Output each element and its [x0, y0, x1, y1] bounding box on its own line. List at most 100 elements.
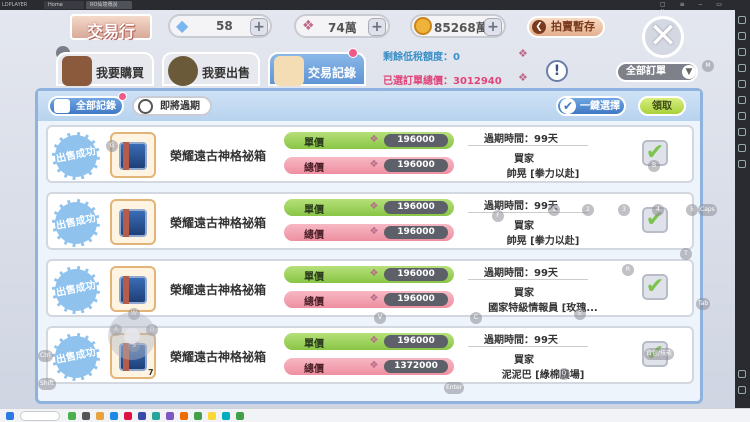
item-slot[interactable] — [110, 266, 156, 312]
key-hint: C — [470, 312, 482, 324]
browser-icon[interactable] — [110, 412, 118, 420]
record-row[interactable]: 出售成功 榮耀遠古神格祕箱 單價 ❖ 196000 總價 ❖ 196000 過期時間：99天 買家… — [46, 125, 694, 185]
total-price-bar: 總價 ❖ 196000 — [284, 291, 454, 308]
unit-price-value: 196000 — [384, 134, 448, 147]
close-button[interactable]: ✕ — [642, 16, 684, 58]
gem-icon: ❖ — [369, 226, 379, 237]
unit-price-value: 196000 — [384, 201, 448, 214]
volume-up-icon[interactable] — [738, 80, 746, 88]
select-all-button[interactable]: ✔ 一鍵選擇 — [556, 96, 626, 116]
window-controls[interactable]: ▢ ≡ ‒ ▭ ✕ — [660, 1, 744, 15]
taskbar-app-icon[interactable] — [208, 412, 216, 420]
system-tray — [650, 411, 740, 421]
total-price-label: 總價 — [304, 364, 324, 375]
sold-stamp: 出售成功 — [47, 194, 105, 252]
box-ribbon — [123, 209, 129, 237]
gamepad-icon[interactable] — [738, 32, 746, 40]
emulator-title-bar: LDPLAYER Home RO仙境傳說 ▢ ≡ ‒ ▭ ✕ — [0, 0, 750, 15]
taskbar-app-icon[interactable] — [138, 412, 146, 420]
key-hint: Q — [558, 368, 570, 380]
item-name: 榮耀遠古神格祕箱 — [170, 283, 267, 297]
record-row[interactable]: 出售成功 榮耀遠古神格祕箱 單價 ❖ 196000 總價 ❖ 196000 過期時間：99天 買家… — [46, 192, 694, 252]
tab-sell[interactable]: 我要出售 — [162, 52, 260, 86]
taskbar-app-icon[interactable] — [152, 412, 160, 420]
low-tax-quota: 剩餘低稅額度：0 — [383, 52, 460, 63]
folder-icon[interactable] — [738, 128, 746, 136]
line-app-icon[interactable] — [236, 412, 244, 420]
taskbar-app-icon[interactable] — [166, 412, 174, 420]
total-price-value: 1372000 — [384, 360, 448, 373]
unit-price-bar: 單價 ❖ 196000 — [284, 132, 454, 149]
title-plate: 交易行 — [70, 14, 152, 41]
row-checkbox[interactable]: ✔ — [642, 274, 668, 300]
record-icon[interactable] — [738, 64, 746, 72]
search-input[interactable] — [20, 411, 60, 421]
folder-icon[interactable] — [96, 412, 104, 420]
back-icon[interactable] — [738, 370, 746, 378]
virtual-joystick[interactable] — [108, 312, 156, 360]
key-hint: Shift — [38, 378, 56, 390]
divider — [468, 145, 588, 146]
money-bag-icon — [168, 56, 198, 86]
total-price-bar: 總價 ❖ 1372000 — [284, 358, 454, 375]
emulator-tab-home[interactable]: Home — [44, 1, 84, 9]
item-slot[interactable] — [110, 132, 156, 178]
buyer-name: 泥泥巴 [綠棉農場] — [501, 370, 585, 381]
tab-records[interactable]: 交易記錄 — [268, 48, 366, 86]
volume-down-icon[interactable] — [738, 96, 746, 104]
chevron-down-icon[interactable]: ▼ — [682, 65, 696, 79]
key-hint: Ctrl — [38, 350, 53, 362]
more-icon[interactable] — [738, 160, 746, 168]
key-hint: E — [574, 308, 586, 320]
emulator-tab-game[interactable]: RO仙境傳說 — [86, 1, 132, 9]
diamond-counter: ◆ 58 + — [168, 14, 272, 38]
taskbar-app-icon[interactable] — [180, 412, 188, 420]
unit-price-label: 單價 — [304, 138, 324, 149]
cart-icon — [62, 56, 92, 86]
check-icon: ✔ — [560, 98, 576, 114]
info-button[interactable]: ! — [546, 60, 568, 82]
screenshot-icon[interactable] — [738, 48, 746, 56]
item-slot[interactable] — [110, 199, 156, 245]
notification-dot — [118, 92, 127, 101]
total-price-value: 196000 — [384, 159, 448, 172]
expire-time: 過期時間：99天 — [484, 268, 558, 279]
tab-buy[interactable]: 我要購買 — [56, 52, 154, 86]
apk-icon[interactable] — [738, 112, 746, 120]
item-name: 榮耀遠古神格祕箱 — [170, 216, 267, 230]
joystick-knob[interactable] — [124, 328, 140, 344]
windows-start-icon[interactable] — [6, 412, 14, 420]
add-diamond-button[interactable]: + — [250, 18, 268, 36]
selected-total: 已選訂單總價：3012940 — [383, 76, 502, 87]
claim-button[interactable]: 領取 — [638, 96, 686, 116]
total-price-bar: 總價 ❖ 196000 — [284, 224, 454, 241]
all-records-button[interactable]: 全部記錄 — [48, 92, 127, 116]
scroll-icon — [274, 56, 304, 86]
taskbar-app-icon[interactable] — [222, 412, 230, 420]
taskbar-app-icon[interactable] — [194, 412, 202, 420]
record-row[interactable]: 出售成功 榮耀遠古神格祕箱 單價 ❖ 196000 總價 ❖ 196000 過期時間：99天 買家… — [46, 259, 694, 319]
add-gem-button[interactable]: + — [368, 18, 386, 36]
key-hint: R — [622, 264, 634, 276]
key-hint: 5 — [686, 204, 698, 216]
emulator-logo: LDPLAYER — [2, 2, 28, 8]
records-toolbar: 全部記錄 即將過期 ✔ 一鍵選擇 領取 — [38, 91, 700, 121]
expiring-button[interactable]: 即將過期 — [132, 96, 212, 116]
auction-stash-button[interactable]: ❮ 拍賣暫存 — [527, 16, 605, 38]
unit-price-value: 196000 — [384, 268, 448, 281]
taskbar-app-icon[interactable] — [82, 412, 90, 420]
sold-stamp: 出售成功 — [47, 261, 105, 319]
clock-icon — [138, 99, 153, 114]
taskbar-app-icon[interactable] — [68, 412, 76, 420]
gem-icon: ❖ — [369, 159, 379, 170]
key-hint: G — [106, 140, 118, 152]
item-name: 榮耀遠古神格祕箱 — [170, 350, 267, 364]
keyboard-icon[interactable] — [738, 16, 746, 24]
add-zeny-button[interactable]: + — [484, 18, 502, 36]
box-ribbon — [123, 142, 129, 170]
buyer-name: 帥晃 [拳力以赴] — [506, 169, 580, 180]
zeny-counter: 85268萬 + — [410, 14, 506, 38]
sync-icon[interactable] — [738, 144, 746, 152]
home-icon[interactable] — [738, 386, 746, 394]
taskbar-app-icon[interactable] — [124, 412, 132, 420]
